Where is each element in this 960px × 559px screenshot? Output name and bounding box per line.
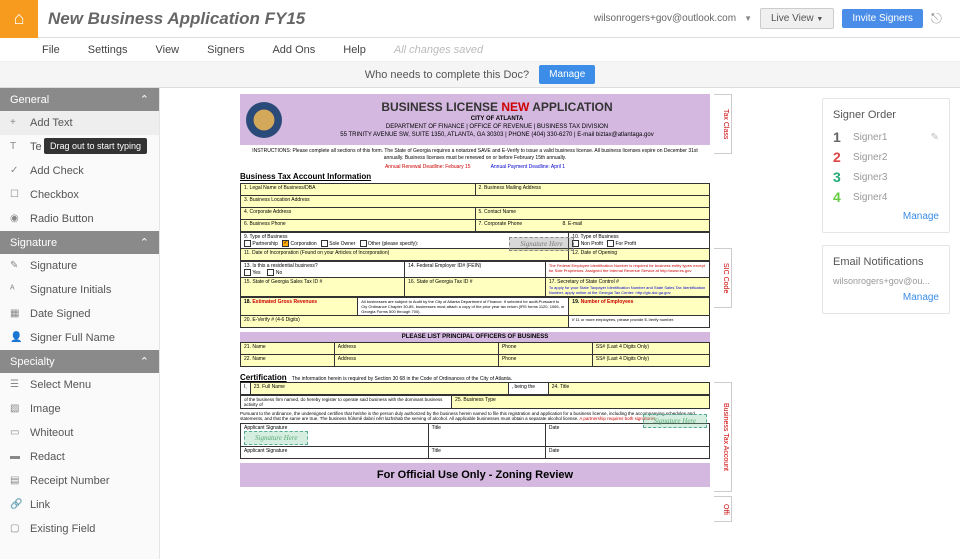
user-icon: 👤	[10, 332, 22, 344]
menu-icon: ☰	[10, 379, 22, 391]
section-signature[interactable]: Signature⌃	[0, 231, 159, 254]
plus-icon: +	[10, 117, 22, 129]
circle-icon: ◉	[10, 213, 22, 225]
document-page: BUSINESS LICENSE NEW APPLICATION CITY OF…	[240, 94, 710, 553]
notif-email: wilsonrogers+gov@ou...	[833, 276, 939, 286]
link-icon: 🔗	[10, 499, 22, 511]
form-title: BUSINESS LICENSE NEW APPLICATION	[290, 100, 704, 114]
city-seal	[246, 102, 282, 138]
text-icon: T	[10, 141, 22, 153]
completion-banner: Who needs to complete this Doc? Manage	[0, 62, 960, 88]
square-icon: ☐	[10, 189, 22, 201]
live-view-button[interactable]: Live View ▼	[760, 8, 834, 29]
vtab-sic-code[interactable]: SIC Code	[714, 248, 732, 308]
instructions: INSTRUCTIONS: Please complete all sectio…	[240, 145, 710, 164]
tool-image[interactable]: ▧Image	[0, 397, 159, 421]
vtab-business-tax[interactable]: Business Tax Account	[714, 382, 732, 492]
manage-signers-link[interactable]: Manage	[833, 211, 939, 222]
eraser-icon: ▭	[10, 427, 22, 439]
invite-signers-button[interactable]: Invite Signers	[842, 9, 923, 28]
banner-question: Who needs to complete this Doc?	[365, 69, 529, 81]
vtab-official[interactable]: Offi	[714, 496, 732, 522]
email-notif-card: Email Notifications wilsonrogers+gov@ou.…	[822, 245, 950, 314]
tool-text[interactable]: TTeDrag out to start typing	[0, 135, 159, 159]
menu-view[interactable]: View	[155, 44, 179, 56]
tool-date-signed[interactable]: ▦Date Signed	[0, 302, 159, 326]
home-icon[interactable]: ⌂	[0, 0, 38, 38]
save-status: All changes saved	[394, 44, 483, 56]
check-icon: ✓	[10, 165, 22, 177]
pen-icon: ✎	[10, 260, 22, 272]
document-canvas[interactable]: BUSINESS LICENSE NEW APPLICATION CITY OF…	[160, 88, 812, 559]
menu-signers[interactable]: Signers	[207, 44, 244, 56]
tooltip: Drag out to start typing	[44, 138, 147, 154]
tool-receipt[interactable]: ▤Receipt Number	[0, 469, 159, 493]
tool-signer-name[interactable]: 👤Signer Full Name	[0, 326, 159, 350]
right-panel: Signer Order 1Signer1✎ 2Signer2 3Signer3…	[812, 88, 960, 559]
tool-add-check[interactable]: ✓Add Check	[0, 159, 159, 183]
officers-header: PLEASE LIST PRINCIPAL OFFICERS OF BUSINE…	[240, 332, 710, 342]
logout-icon[interactable]: ⎋	[931, 10, 942, 27]
chevron-up-icon: ⌃	[140, 355, 149, 368]
menu-bar: File Settings View Signers Add Ons Help …	[0, 38, 960, 62]
manage-notif-link[interactable]: Manage	[833, 292, 939, 303]
vertical-tabs: Tax Class SIC Code Business Tax Account …	[714, 94, 732, 553]
signature-field-2[interactable]: Signature Here	[643, 414, 707, 428]
zoning-header: For Official Use Only - Zoning Review	[240, 463, 710, 487]
tool-checkbox[interactable]: ☐Checkbox	[0, 183, 159, 207]
vtab-tax-class[interactable]: Tax Class	[714, 94, 732, 154]
chevron-up-icon: ⌃	[140, 93, 149, 106]
signer-row-4[interactable]: 4Signer4	[833, 189, 939, 205]
chevron-up-icon: ⌃	[140, 236, 149, 249]
signer-row-3[interactable]: 3Signer3	[833, 169, 939, 185]
receipt-icon: ▤	[10, 475, 22, 487]
tool-whiteout[interactable]: ▭Whiteout	[0, 421, 159, 445]
chevron-down-icon[interactable]: ▼	[744, 14, 752, 23]
tool-redact[interactable]: ▬Redact	[0, 445, 159, 469]
menu-settings[interactable]: Settings	[88, 44, 128, 56]
tool-select[interactable]: ☰Select Menu	[0, 373, 159, 397]
signer-row-1[interactable]: 1Signer1✎	[833, 129, 939, 145]
signature-field-1[interactable]: Signature Here	[244, 431, 308, 445]
tool-radio[interactable]: ◉Radio Button	[0, 207, 159, 231]
manage-button[interactable]: Manage	[539, 65, 595, 84]
initials-icon: ᴬ	[10, 284, 22, 296]
signer-row-2[interactable]: 2Signer2	[833, 149, 939, 165]
tool-add-text[interactable]: +Add Text	[0, 111, 159, 135]
deadlines: Annual Renewal Deadline: Febuary 15Annua…	[240, 164, 710, 170]
tool-existing[interactable]: ▢Existing Field	[0, 517, 159, 541]
menu-file[interactable]: File	[42, 44, 60, 56]
section-tax-info: Business Tax Account Information	[240, 172, 710, 181]
section-specialty[interactable]: Specialty⌃	[0, 350, 159, 373]
image-icon: ▧	[10, 403, 22, 415]
user-email[interactable]: wilsonrogers+gov@outlook.com	[594, 13, 736, 24]
tools-sidebar: General⌃ +Add Text TTeDrag out to start …	[0, 88, 160, 559]
edit-icon[interactable]: ✎	[931, 132, 939, 143]
menu-help[interactable]: Help	[343, 44, 366, 56]
section-general[interactable]: General⌃	[0, 88, 159, 111]
tool-link[interactable]: 🔗Link	[0, 493, 159, 517]
signer-order-title: Signer Order	[833, 109, 939, 121]
email-notif-title: Email Notifications	[833, 256, 939, 268]
tool-signature[interactable]: ✎Signature	[0, 254, 159, 278]
redact-icon: ▬	[10, 451, 22, 463]
calendar-icon: ▦	[10, 308, 22, 320]
cert-text: Pursuant to the ordinance, the undersign…	[240, 409, 710, 423]
form-table: 1. Legal Name of Business/DBA2. Business…	[240, 183, 710, 232]
signer-order-card: Signer Order 1Signer1✎ 2Signer2 3Signer3…	[822, 98, 950, 233]
signature-placeholder[interactable]: Signature Here	[509, 237, 573, 251]
tool-initials[interactable]: ᴬSignature Initials	[0, 278, 159, 302]
menu-addons[interactable]: Add Ons	[272, 44, 315, 56]
field-icon: ▢	[10, 523, 22, 535]
doc-title: New Business Application FY15	[48, 9, 305, 29]
form-subtitle: CITY OF ATLANTA DEPARTMENT OF FINANCE | …	[290, 116, 704, 139]
